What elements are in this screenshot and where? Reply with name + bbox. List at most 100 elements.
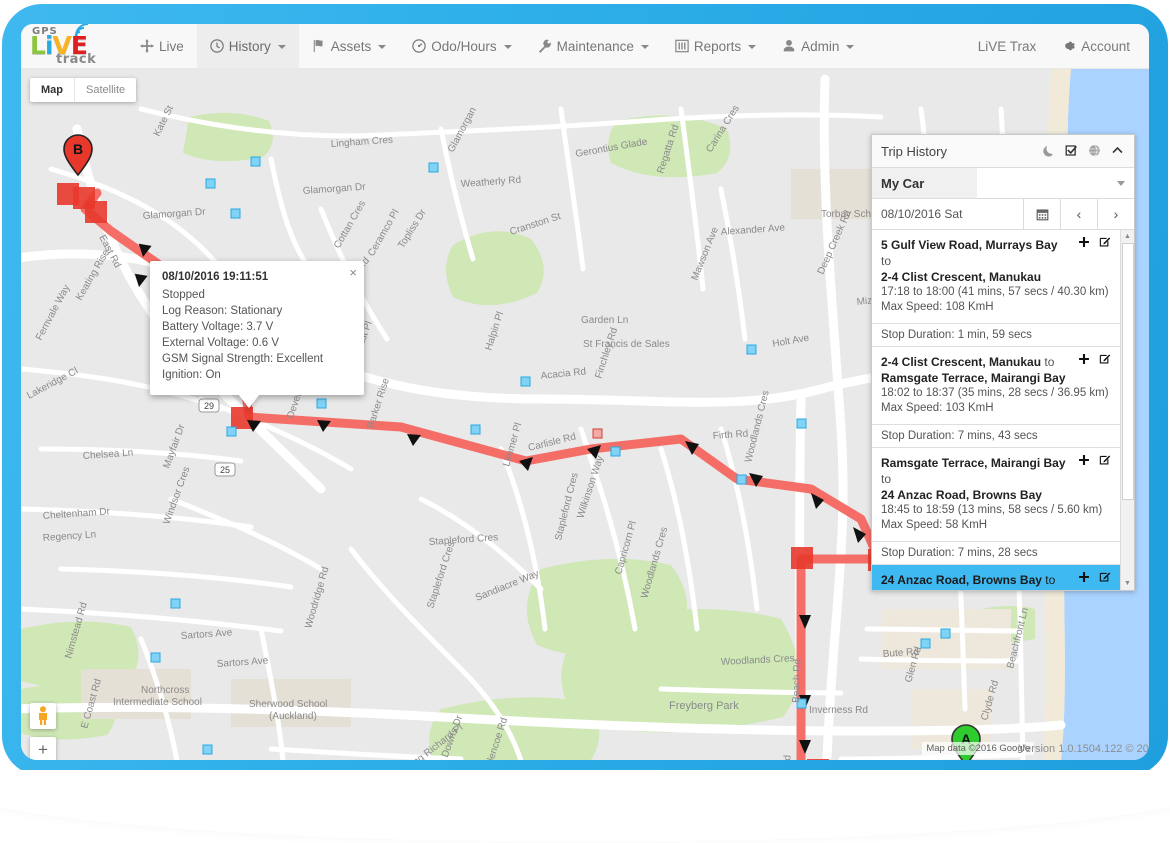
plus-icon[interactable]: [1078, 236, 1092, 250]
trip-list-item[interactable]: 24 Anzac Road, Browns Bay to 937A East Co…: [872, 565, 1121, 590]
info-timestamp: 08/10/2016 19:11:51: [162, 271, 269, 283]
nav-item-live-trax[interactable]: LiVE Trax: [965, 24, 1050, 68]
plus-icon[interactable]: [1078, 571, 1092, 585]
calendar-button[interactable]: [1023, 199, 1060, 229]
application-window: GPS LiVE track Live History Assets Odo/H…: [21, 24, 1149, 760]
trip-history-header: Trip History: [872, 135, 1134, 168]
trip-stop-duration: Stop Duration: 7 mins, 43 secs: [872, 425, 1121, 448]
trip-stop-duration: Stop Duration: 7 mins, 28 secs: [872, 542, 1121, 565]
chevron-up-icon[interactable]: [1111, 144, 1125, 158]
trip-to: Ramsgate Terrace, Mairangi Bay: [881, 371, 1066, 385]
nav-item-maintenance[interactable]: Maintenance: [525, 24, 662, 68]
trip-item-actions: [1078, 571, 1113, 585]
plus-icon[interactable]: [1078, 454, 1092, 468]
report-icon: [675, 39, 689, 53]
trip-history-panel: Trip History My Car 08/10/2016 Sat ‹ › 5…: [871, 134, 1135, 591]
map-label: Northcross: [141, 685, 189, 696]
edit-icon[interactable]: [1099, 454, 1113, 468]
trip-from: 5 Gulf View Road, Murrays Bay: [881, 238, 1058, 252]
nav-label-assets: Assets: [330, 38, 372, 54]
chevron-down-icon: [748, 45, 757, 49]
trip-max-speed: Max Speed: 58 KmH: [881, 519, 988, 531]
plus-icon[interactable]: [1078, 353, 1092, 367]
user-icon: [782, 39, 796, 53]
trip-list-scrollbar[interactable]: ▲ ▼: [1120, 230, 1134, 590]
top-navbar: GPS LiVE track Live History Assets Odo/H…: [21, 24, 1149, 69]
version-label: Version 1.0.1504.122 © 201: [1018, 743, 1149, 755]
map-label: Inverness Rd: [809, 705, 868, 716]
trip-times: 18:02 to 18:37 (35 mins, 28 secs / 36.95…: [881, 387, 1109, 399]
prev-day-button[interactable]: ‹: [1060, 199, 1097, 229]
trip-list[interactable]: 5 Gulf View Road, Murrays Bay to 2-4 Clis…: [872, 230, 1134, 590]
trip-header-tools: [1042, 144, 1125, 158]
nav-label-maintenance: Maintenance: [556, 38, 634, 54]
globe-icon[interactable]: [1088, 144, 1102, 158]
nav-label-live: Live: [159, 38, 184, 54]
trip-list-item[interactable]: 5 Gulf View Road, Murrays Bay to 2-4 Clis…: [872, 230, 1121, 324]
nav-right: LiVE Trax Account: [965, 24, 1149, 68]
edit-icon[interactable]: [1099, 571, 1113, 585]
trip-to-word: to: [881, 472, 892, 486]
pegman-icon: [39, 706, 47, 725]
screenshot-root: GPS LiVE track Live History Assets Odo/H…: [0, 0, 1170, 843]
trip-item-actions: [1078, 454, 1113, 468]
info-row-battery-voltage: Battery Voltage: 3.7 V: [162, 321, 274, 333]
trip-to: 937A East Coast Road, Torbay: [881, 589, 1054, 590]
trip-from: Ramsgate Terrace, Mairangi Bay: [881, 456, 1066, 470]
date-value[interactable]: 08/10/2016 Sat: [872, 199, 1023, 229]
trip-max-speed: Max Speed: 103 KmH: [881, 402, 994, 414]
next-day-button[interactable]: ›: [1097, 199, 1134, 229]
pegman-streetview-icon[interactable]: [30, 703, 56, 729]
trip-list-item[interactable]: Ramsgate Terrace, Mairangi Bay to 24 Anza…: [872, 448, 1121, 542]
scrollbar-thumb[interactable]: [1122, 243, 1134, 500]
chevron-down-icon: [503, 45, 512, 49]
zoom-in-button[interactable]: +: [30, 737, 56, 760]
map-attribution: Map data ©2016 Google: [922, 742, 1034, 755]
edit-icon[interactable]: [1099, 236, 1113, 250]
nav-label-live-trax: LiVE Trax: [977, 38, 1037, 54]
logo-letter-i: i: [44, 31, 54, 60]
map-type-satellite[interactable]: Satellite: [74, 78, 136, 102]
trip-to: 2-4 Clist Crescent, Manukau: [881, 270, 1042, 284]
asset-select[interactable]: My Car: [872, 168, 1134, 199]
edit-icon[interactable]: [1099, 353, 1113, 367]
scroll-up-arrow[interactable]: ▲: [1121, 230, 1134, 243]
chevron-down-icon: [378, 45, 387, 49]
trip-times: 18:45 to 18:59 (13 mins, 58 secs / 5.60 …: [881, 504, 1103, 516]
info-row-external-voltage: External Voltage: 0.6 V: [162, 337, 279, 349]
nav-item-admin[interactable]: Admin: [769, 24, 867, 68]
trip-to: 24 Anzac Road, Browns Bay: [881, 488, 1042, 502]
map-canvas[interactable]: 29 25 Kate St Lingham Cres Glamorgan Geront…: [21, 69, 1149, 760]
nav-item-reports[interactable]: Reports: [662, 24, 769, 68]
map-type-map[interactable]: Map: [30, 78, 74, 102]
nav-label-history: History: [228, 38, 271, 54]
check-square-icon[interactable]: [1065, 144, 1079, 158]
map-label: Beach Rd: [791, 659, 804, 703]
info-row-status: Stopped: [162, 289, 205, 301]
calendar-icon: [1036, 208, 1048, 220]
close-icon[interactable]: ×: [349, 266, 357, 279]
nav-item-live[interactable]: Live: [127, 24, 197, 68]
nav-item-assets[interactable]: Assets: [299, 24, 400, 68]
svg-text:29: 29: [204, 401, 214, 411]
map-type-control[interactable]: Map Satellite: [30, 78, 137, 102]
zoom-control[interactable]: + −: [30, 737, 56, 760]
trip-list-inner: 5 Gulf View Road, Murrays Bay to 2-4 Clis…: [872, 230, 1121, 590]
map-label: Sherwood School: [249, 699, 327, 710]
brand-logo[interactable]: GPS LiVE track: [21, 24, 127, 68]
nav-item-odo-hours[interactable]: Odo/Hours: [399, 24, 524, 68]
map-label: Freyberg Park: [669, 700, 739, 712]
scroll-down-arrow[interactable]: ▼: [1121, 577, 1134, 590]
trip-times: 17:18 to 18:00 (41 mins, 57 secs / 40.30…: [881, 286, 1109, 298]
nav-item-account[interactable]: Account: [1049, 24, 1143, 68]
moon-icon[interactable]: [1042, 144, 1056, 158]
trip-item-actions: [1078, 353, 1113, 367]
info-row-gsm-signal: GSM Signal Strength: Excellent: [162, 353, 324, 365]
svg-text:B: B: [73, 141, 83, 157]
date-picker-row: 08/10/2016 Sat ‹ ›: [872, 199, 1134, 230]
trip-to-word: to: [1041, 355, 1055, 369]
gear-icon: [1062, 39, 1076, 53]
trip-list-item[interactable]: 2-4 Clist Crescent, Manukau to Ramsgate T…: [872, 347, 1121, 425]
nav-item-history[interactable]: History: [196, 24, 299, 68]
map-label: Intermediate School: [113, 697, 202, 708]
